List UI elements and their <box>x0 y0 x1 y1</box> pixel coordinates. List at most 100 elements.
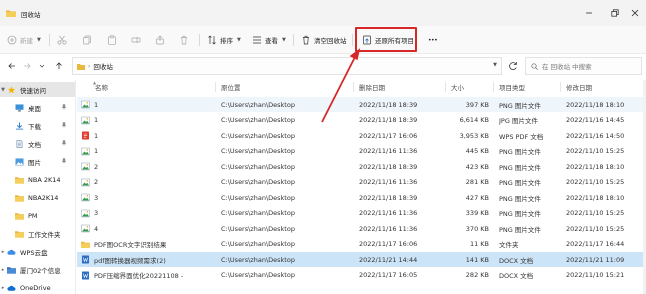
file-row[interactable]: 2 C:\Users\zhan\Desktop 2022/11/18 18:39 42… <box>77 159 646 174</box>
more-options-button[interactable]: ••• <box>428 32 438 48</box>
copy-icon <box>83 35 91 45</box>
sidebar-item-quick-access[interactable]: ▼ 快速访问 <box>0 82 75 97</box>
new-button[interactable]: 新建 ▼ <box>7 32 41 48</box>
cell-date-modified: 2022/11/21 11:09 <box>566 252 644 267</box>
chevron-down-icon: ▼ <box>237 37 241 43</box>
file-row[interactable]: pdf图转换器视频需求(2) C:\Users\zhan\Desktop 2022/… <box>77 252 646 267</box>
file-row[interactable]: 1 C:\Users\zhan\Desktop 2022/11/17 16:06 3,… <box>77 128 646 143</box>
view-button[interactable]: 查看 ▼ <box>252 32 286 48</box>
sidebar-item-label: OneDrive <box>20 283 51 292</box>
file-row[interactable]: 1 C:\Users\zhan\Desktop 2022/11/18 18:39 39… <box>77 97 646 112</box>
word-file-icon <box>81 271 90 280</box>
share-icon <box>156 35 164 45</box>
column-header-location[interactable]: 原位置 <box>221 80 241 94</box>
sidebar-item-desktop[interactable]: 桌面 <box>0 100 75 115</box>
sidebar-item-label: NBA2K14 <box>28 193 59 202</box>
delete-button[interactable] <box>179 32 189 48</box>
sidebar-item-onedrive[interactable]: ▸ OneDrive <box>0 280 75 294</box>
file-row[interactable]: 3 C:\Users\zhan\Desktop 2022/11/18 18:39 42… <box>77 190 646 205</box>
refresh-button[interactable] <box>507 60 519 72</box>
cell-type: PNG 图片文件 <box>499 175 559 190</box>
up-button[interactable] <box>53 60 65 72</box>
paste-button[interactable] <box>107 32 117 48</box>
search-box[interactable]: 在 回收站 中搜索 <box>525 57 642 75</box>
toolbar-divider <box>352 34 353 46</box>
column-divider[interactable] <box>445 82 446 92</box>
cell-location-text: C:\Users\zhan\Desktop <box>221 100 295 109</box>
chevron-down-icon[interactable]: ▼ <box>493 62 497 68</box>
file-row[interactable]: 4 C:\Users\zhan\Desktop 2022/11/16 11:36 37… <box>77 221 646 236</box>
cell-type: WPS PDF 文档 <box>499 128 559 143</box>
cell-name-text: 1 <box>94 131 99 140</box>
empty-recycle-bin-button[interactable]: 清空回收站 <box>301 32 347 48</box>
column-header-date-modified[interactable]: 修改日期 <box>566 80 592 94</box>
sidebar-item-documents[interactable]: 文档 <box>0 136 75 151</box>
folder-icon <box>14 193 25 202</box>
close-button[interactable] <box>626 6 644 20</box>
sort-label: 排序 <box>220 37 233 45</box>
forward-button[interactable] <box>21 60 33 72</box>
column-divider[interactable] <box>215 82 216 92</box>
cell-type: PNG 图片文件 <box>499 97 559 112</box>
recycle-bin-icon <box>6 9 16 17</box>
column-header-label: 修改日期 <box>566 84 592 92</box>
sidebar-item-nba-2k14[interactable]: NBA 2K14 <box>0 172 75 187</box>
file-row[interactable]: 3 C:\Users\zhan\Desktop 2022/11/16 11:36 33… <box>77 206 646 221</box>
column-divider[interactable] <box>353 82 354 92</box>
view-icon <box>253 36 261 44</box>
cell-location: C:\Users\zhan\Desktop <box>221 144 351 159</box>
cell-location: C:\Users\zhan\Desktop <box>221 113 351 128</box>
address-bar[interactable]: › 回收站 ▼ <box>72 57 502 75</box>
sidebar-item-work-folder[interactable]: 工作文件夹 <box>0 226 75 241</box>
sidebar-item-xiamen-info[interactable]: ▸ 厦门02个信息 <box>0 262 75 277</box>
cell-location: C:\Users\zhan\Desktop <box>221 237 351 252</box>
cell-location-text: C:\Users\zhan\Desktop <box>221 224 295 233</box>
share-button[interactable] <box>155 32 165 48</box>
file-row[interactable]: 1 C:\Users\zhan\Desktop 2022/11/18 18:39 6,… <box>77 113 646 128</box>
cell-type: JPG 图片文件 <box>499 113 559 128</box>
sidebar-item-wps-cloud[interactable]: ▸ WPS云盘 <box>0 244 75 259</box>
column-header-date-deleted[interactable]: 删除日期 <box>359 80 385 94</box>
sidebar-item-label: WPS云盘 <box>20 248 48 257</box>
sidebar-item-downloads[interactable]: 下载 <box>0 118 75 133</box>
recent-locations-button[interactable] <box>36 60 48 72</box>
file-row[interactable]: PDF图OCR文字识别结果 C:\Users\zhan\Desktop 2022/1… <box>77 237 646 252</box>
cell-date-deleted-text: 2022/11/21 14:44 <box>359 255 418 264</box>
file-row[interactable]: 2 C:\Users\zhan\Desktop 2022/11/16 11:36 28… <box>77 175 646 190</box>
sidebar-item-pictures[interactable]: 图片 <box>0 154 75 169</box>
column-header-type[interactable]: 项目类型 <box>499 80 525 94</box>
chevron-down-icon <box>39 64 45 68</box>
cut-button[interactable] <box>57 32 67 48</box>
chevron-down-icon: ▼ <box>282 37 286 43</box>
column-header-name[interactable]: 名称 <box>95 80 108 94</box>
cell-type-text: PNG 图片文件 <box>499 148 541 156</box>
cell-date-modified-text: 2022/11/10 15:25 <box>566 147 625 155</box>
navigation-pane: ▼ 快速访问 桌面 下载 文档 图片 NBA 2K14 NBA2K14 PM 工… <box>0 80 76 294</box>
image-file-icon <box>81 209 90 218</box>
cell-date-modified: 2022/11/10 15:25 <box>566 206 644 221</box>
sort-button[interactable]: 排序 ▼ <box>207 32 241 48</box>
maximize-button[interactable] <box>604 6 626 20</box>
cell-location-text: C:\Users\zhan\Desktop <box>221 116 295 124</box>
sidebar-item-pm[interactable]: PM <box>0 208 75 223</box>
cell-size: 6,614 KB <box>451 113 489 128</box>
cell-date-deleted-text: 2022/11/16 11:36 <box>359 178 418 186</box>
cell-name: 3 <box>81 190 213 205</box>
image-file-icon <box>81 116 90 125</box>
column-divider[interactable] <box>493 82 494 92</box>
back-button[interactable] <box>6 60 18 72</box>
file-row[interactable]: PDF压缩界面优化20221108 - C:\Users\zhan\Desktop… <box>77 268 646 283</box>
sidebar-item-nba2k14[interactable]: NBA2K14 <box>0 190 75 205</box>
cell-date-modified-text: 2022/11/17 16:44 <box>566 240 625 248</box>
image-file-icon <box>81 147 90 156</box>
cell-name: 1 <box>81 128 213 143</box>
column-divider[interactable] <box>560 82 561 92</box>
breadcrumb-recycle-bin[interactable]: 回收站 <box>93 61 113 71</box>
rename-button[interactable] <box>131 32 141 48</box>
file-row[interactable]: 1 C:\Users\zhan\Desktop 2022/11/16 11:36 44… <box>77 144 646 159</box>
minimize-button[interactable] <box>578 6 600 20</box>
cell-location: C:\Users\zhan\Desktop <box>221 128 351 143</box>
cell-size-text: 11 KB <box>469 240 489 248</box>
copy-button[interactable] <box>82 32 92 48</box>
column-header-size[interactable]: 大小 <box>451 80 464 94</box>
